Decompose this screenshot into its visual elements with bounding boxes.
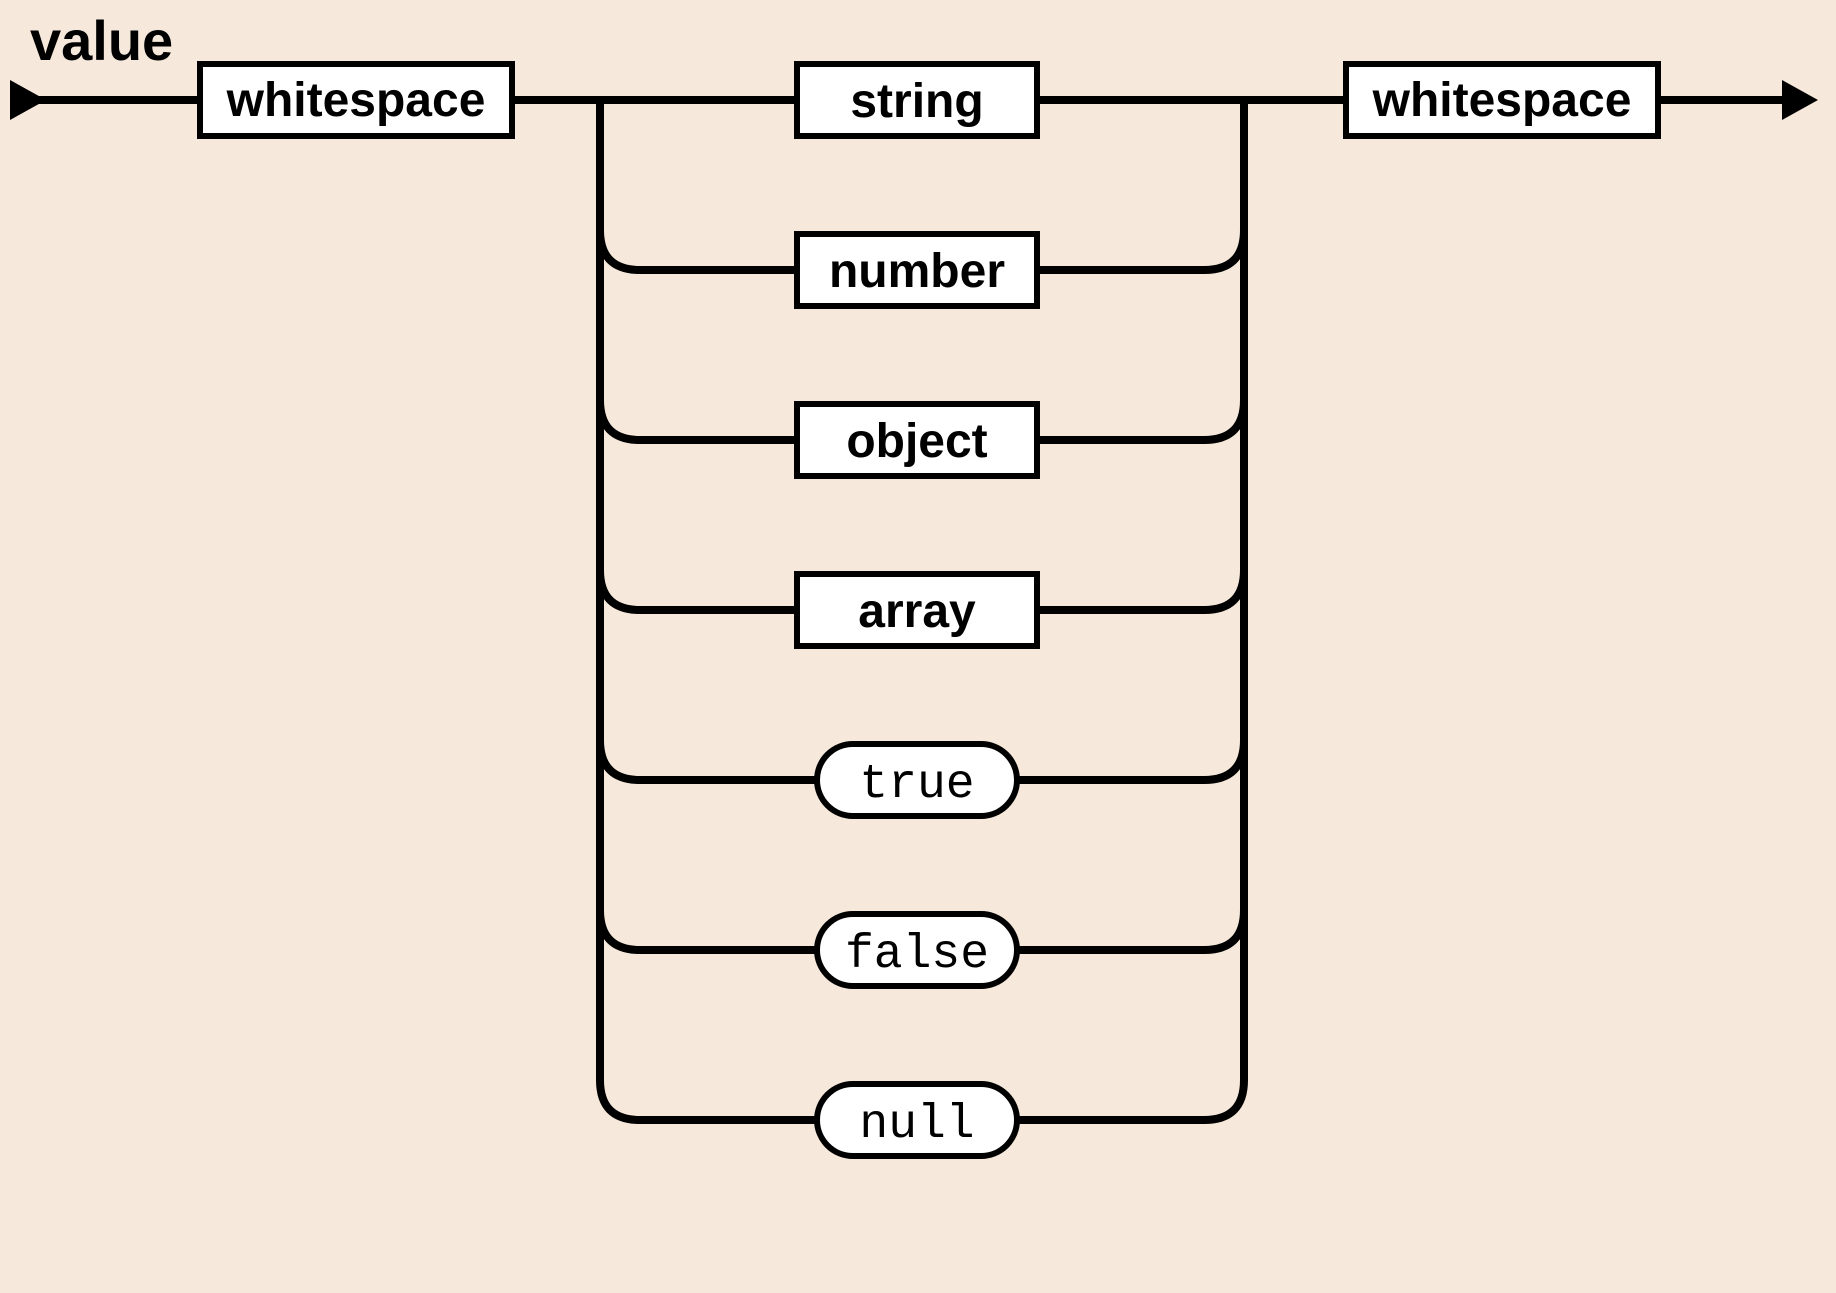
node-label: whitespace (1372, 74, 1632, 127)
node-label: whitespace (226, 74, 486, 127)
node-label: false (845, 928, 989, 982)
node-alt-false: false (600, 910, 1244, 986)
node-label: null (859, 1098, 974, 1152)
node-alt-number: number (600, 230, 1244, 306)
node-label: object (846, 415, 987, 468)
node-label: number (829, 245, 1005, 298)
node-alt-object: object (600, 400, 1244, 476)
node-label: string (850, 75, 983, 128)
node-alt-true: true (600, 740, 1244, 816)
node-alt-array: array (600, 570, 1244, 646)
node-leading-whitespace: whitespace (200, 64, 512, 136)
node-alt-null: null (750, 1084, 1094, 1156)
alternatives-group: string number object array true false null (600, 64, 1244, 1156)
exit-arrow-icon (1782, 80, 1818, 120)
node-label: array (858, 585, 976, 638)
railroad-diagram: value whitespace whitespace string number… (0, 0, 1836, 1293)
diagram-title: value (30, 9, 173, 72)
node-label: true (859, 758, 974, 812)
node-alt-string: string (750, 64, 1094, 136)
node-trailing-whitespace: whitespace (1346, 64, 1658, 136)
